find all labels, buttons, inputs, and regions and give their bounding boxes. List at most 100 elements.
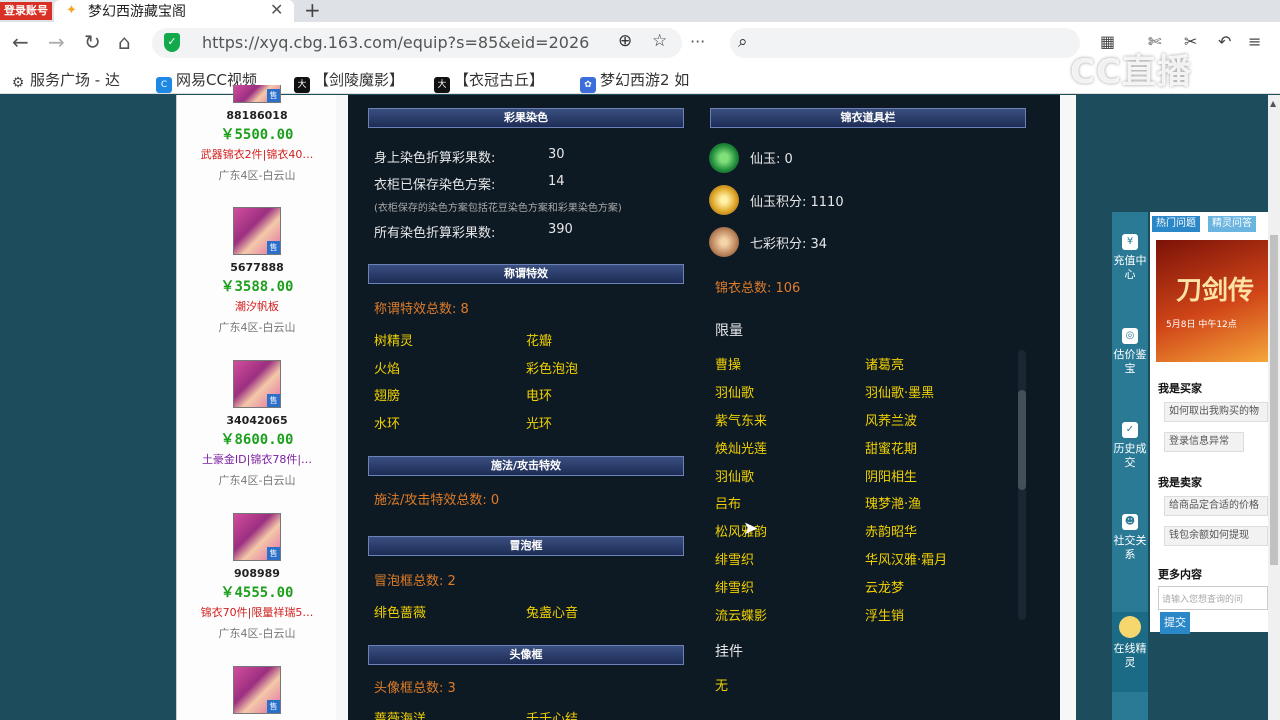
seller-card[interactable]: 售 908989 ￥4555.00 锦衣70件|限量祥瑞5… 广东4区-白云山	[177, 513, 337, 641]
limited-item: 甜蜜花期	[865, 442, 918, 457]
back-icon[interactable]: ←	[12, 30, 29, 54]
seller-heading: 我是卖家	[1158, 476, 1202, 489]
seller-tag: 武器锦衣2件|锦衣40…	[200, 148, 314, 161]
limited-item: 浮生销	[865, 609, 905, 624]
wardrobe-scrollbar[interactable]	[1018, 350, 1026, 620]
avatar-frame-total: 头像框总数: 3	[374, 681, 456, 696]
limited-item: 绯雪织	[715, 553, 755, 568]
home-icon[interactable]: ⌂	[118, 30, 131, 54]
scroll-up-icon[interactable]: ▲	[1270, 99, 1276, 108]
title-effect-item: 翅膀	[374, 389, 401, 404]
forward-icon[interactable]: →	[48, 30, 65, 54]
address-bar[interactable]: ✓ https://xyq.cbg.163.com/equip?s=85&eid…	[152, 28, 682, 58]
limited-item: 羽仙歌·墨黑	[865, 386, 935, 401]
seller-server: 广东4区-白云山	[218, 627, 296, 640]
pendant-heading: 挂件	[715, 644, 743, 660]
avatar[interactable]: 售	[233, 513, 281, 561]
new-tab-button[interactable]: +	[304, 0, 321, 22]
avatar[interactable]: 售	[233, 666, 281, 714]
bookmark-item[interactable]: ✿ 梦幻西游2 如	[580, 69, 689, 93]
history-icon: ✓	[1122, 422, 1138, 438]
dye-wardrobe-label: 衣柜已保存染色方案:	[374, 178, 496, 193]
side-nav-assistant[interactable]: 在线精灵	[1112, 612, 1148, 692]
zoom-icon[interactable]: ⊕	[618, 31, 632, 51]
limited-item: 诸葛亮	[865, 358, 905, 373]
title-effect-item: 花瓣	[526, 334, 553, 349]
tab-assistant-qa[interactable]: 精灵问答	[1208, 216, 1256, 232]
seller-price: ￥5500.00	[220, 127, 294, 143]
url-text[interactable]: https://xyq.cbg.163.com/equip?s=85&eid=2…	[202, 33, 589, 52]
seller-id: 908989	[234, 567, 280, 580]
avatar[interactable]: 售	[233, 360, 281, 408]
title-effect-item: 光环	[526, 417, 553, 432]
buyer-question[interactable]: 如何取出我购买的物	[1164, 402, 1268, 422]
qicai-points: 七彩积分: 34	[750, 237, 828, 252]
side-nav-social[interactable]: ☻ 社交关系	[1112, 514, 1148, 562]
dye-total-value: 390	[548, 222, 573, 237]
search-box[interactable]: ⌕	[730, 28, 1080, 58]
section-header-title-effect: 称谓特效	[368, 264, 684, 284]
limited-item: 紫气东来	[715, 414, 768, 429]
seller-card[interactable]: 售 5677888 ￥3588.00 潮汐帆板 广东4区-白云山	[177, 207, 337, 335]
avatar[interactable]: 售	[233, 207, 281, 255]
bookmark-item[interactable]: 大【衣冠古丘】	[434, 69, 544, 93]
sell-badge: 售	[267, 700, 280, 713]
seller-question[interactable]: 给商品定合适的价格	[1164, 496, 1268, 516]
submit-button[interactable]: 提交	[1160, 612, 1190, 634]
dye-total-label: 所有染色折算彩果数:	[374, 226, 496, 241]
help-panel: 热门问题 精灵问答 刀剑传 5月8日 中午12点 我是买家 如何取出我购买的物 …	[1150, 212, 1268, 632]
limited-item: 绯雪织	[715, 581, 755, 596]
limited-item: 曹操	[715, 358, 742, 373]
assistant-avatar-icon	[1119, 616, 1141, 638]
tab-bar: 登录账号 ✦ 梦幻西游藏宝阁 ✕ +	[0, 0, 1280, 22]
seller-tag: 潮汐帆板	[235, 300, 279, 313]
wardrobe-total: 锦衣总数: 106	[715, 281, 801, 296]
seller-card[interactable]: 售	[177, 666, 337, 714]
people-icon: ☻	[1122, 514, 1138, 530]
section-header-wardrobe: 锦衣道具栏	[710, 108, 1026, 128]
seller-question[interactable]: 钱包余额如何提现	[1164, 526, 1268, 546]
jade-points-icon	[709, 185, 739, 215]
title-effect-item: 水环	[374, 417, 401, 432]
bubble-item: 兔盏心音	[526, 606, 579, 621]
seller-sidebar: 售 88186018 ￥5500.00 武器锦衣2件|锦衣40… 广东4区-白云…	[176, 85, 337, 720]
title-effect-item: 电环	[526, 389, 553, 404]
reload-icon[interactable]: ↻	[84, 30, 101, 54]
bookmark-item[interactable]: ⚙ 服务广场 - 达	[10, 69, 120, 91]
avatar[interactable]: 售	[233, 85, 281, 103]
close-tab-icon[interactable]: ✕	[270, 0, 283, 19]
buyer-question[interactable]: 登录信息异常	[1164, 432, 1244, 452]
sell-badge: 售	[267, 241, 280, 254]
search-icon: ⌕	[738, 32, 748, 52]
limited-item: 松风雅韵	[715, 525, 768, 540]
banner-title: 刀剑传	[1176, 276, 1255, 306]
promo-banner[interactable]: 刀剑传 5月8日 中午12点	[1156, 240, 1268, 362]
menu-icon[interactable]: ≡	[1248, 32, 1261, 51]
question-input[interactable]: 请输入您想查询的问	[1158, 586, 1268, 610]
side-nav-appraise[interactable]: ◎ 估价鉴宝	[1112, 328, 1148, 376]
side-nav-recharge[interactable]: ¥ 充值中心	[1112, 234, 1148, 282]
more-content-link[interactable]: 更多内容	[1158, 566, 1202, 582]
more-icon[interactable]: ···	[690, 30, 705, 54]
avatar-frame-item: 千千心结	[526, 712, 579, 720]
seller-card[interactable]: 售 34042065 ￥8600.00 土豪金ID|锦衣78件|… 广东4区-白…	[177, 360, 337, 488]
bubble-item: 绯色蔷薇	[374, 606, 427, 621]
wardrobe-scroll-thumb[interactable]	[1018, 390, 1026, 490]
login-badge[interactable]: 登录账号	[0, 2, 52, 20]
page-scroll-thumb[interactable]	[1270, 235, 1278, 565]
browser-tab[interactable]: ✦ 梦幻西游藏宝阁 ✕	[54, 0, 294, 22]
seller-card[interactable]: 售 88186018 ￥5500.00 武器锦衣2件|锦衣40… 广东4区-白云…	[177, 85, 337, 183]
seller-server: 广东4区-白云山	[218, 474, 296, 487]
side-nav-history[interactable]: ✓ 历史成交	[1112, 422, 1148, 470]
seller-server: 广东4区-白云山	[218, 169, 296, 182]
limited-item: 焕灿光莲	[715, 442, 768, 457]
star-icon[interactable]: ☆	[652, 31, 667, 51]
avatar-frame-item: 蔷薇海洋	[374, 712, 427, 720]
limited-item: 云龙梦	[865, 581, 905, 596]
qicai-points-icon	[709, 227, 739, 257]
jade-icon	[709, 143, 739, 173]
right-gutter	[1090, 95, 1112, 720]
tab-hot-questions[interactable]: 热门问题	[1152, 216, 1200, 232]
page-scrollbar[interactable]: ▲	[1268, 95, 1280, 720]
section-header-dye: 彩果染色	[368, 108, 684, 128]
